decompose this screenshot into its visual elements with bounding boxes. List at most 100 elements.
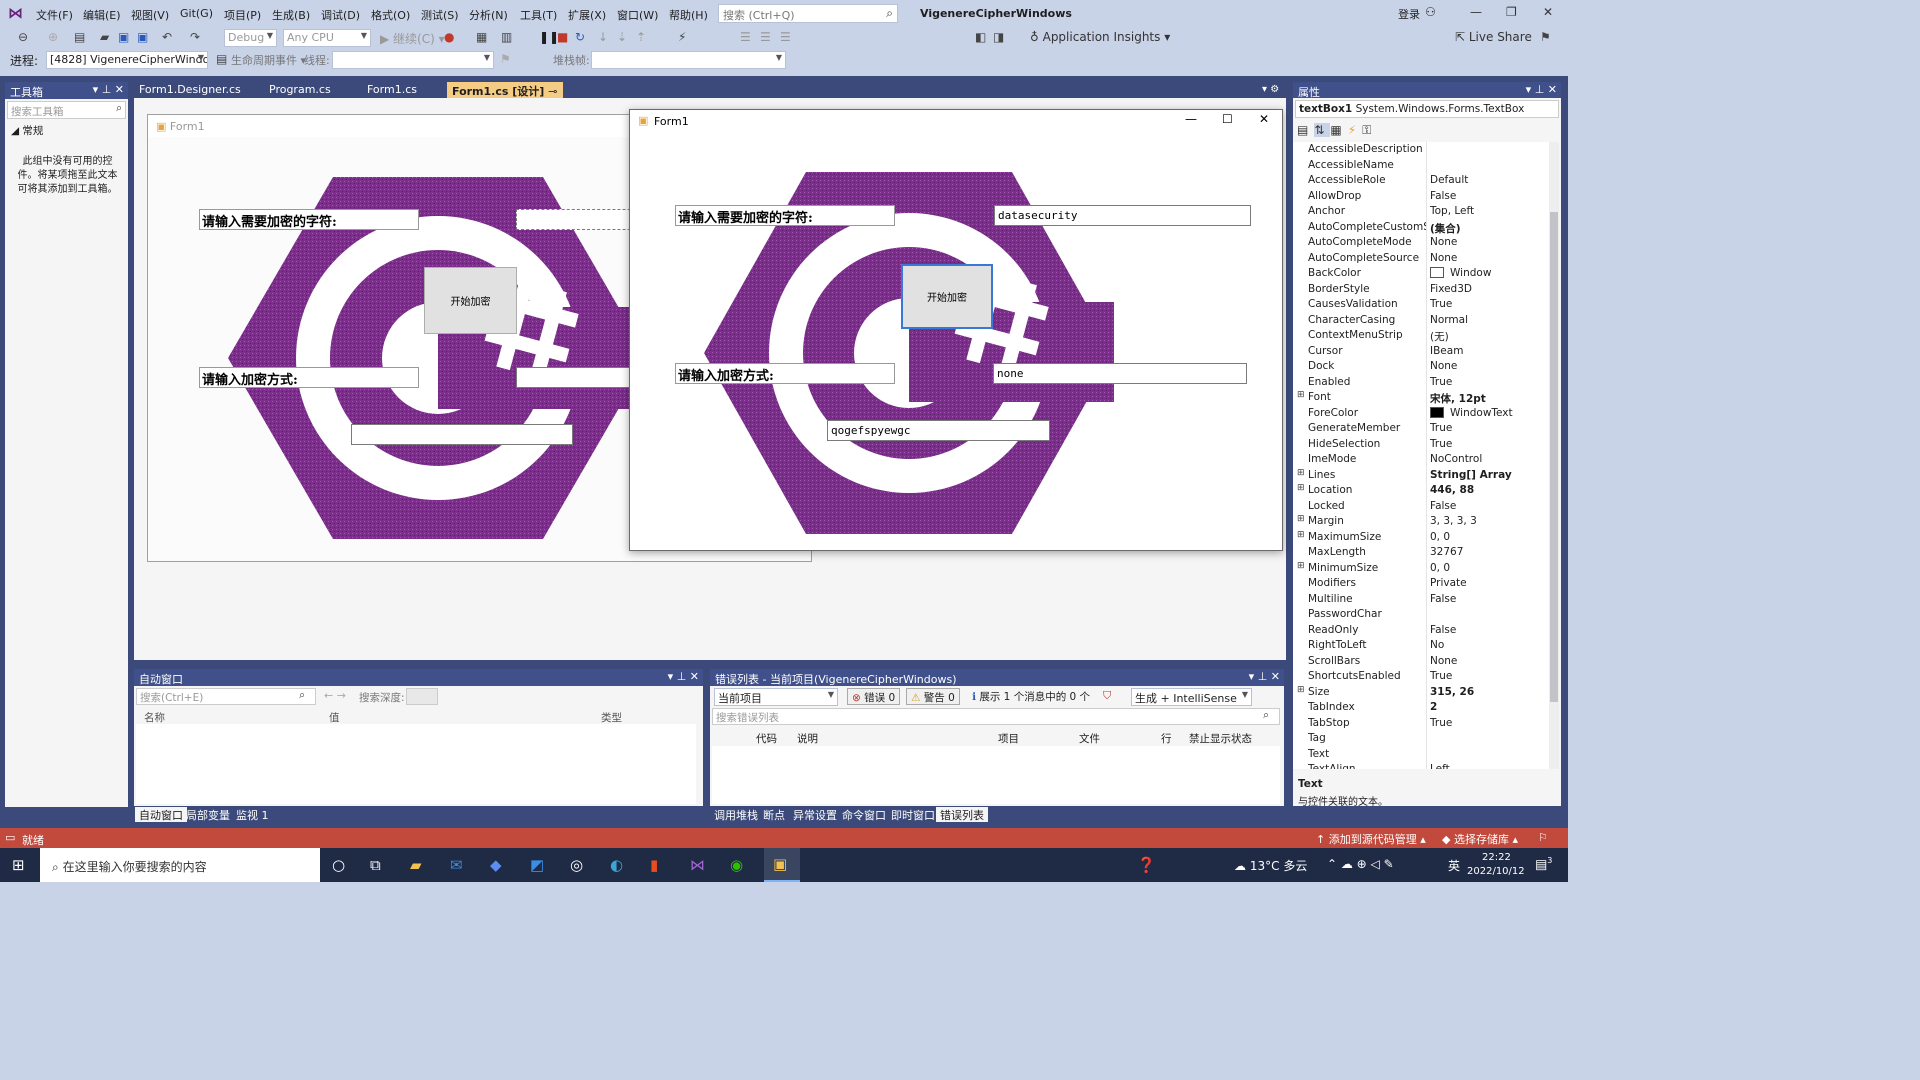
property-row[interactable]: ShortcutsEnabled True bbox=[1293, 669, 1543, 685]
app-icon[interactable]: ◆ bbox=[490, 856, 502, 874]
scrollbar-thumb[interactable] bbox=[1550, 212, 1558, 702]
tab-locals[interactable]: 局部变量 bbox=[182, 807, 234, 822]
weather-widget[interactable]: ☁ 13°C 多云 bbox=[1234, 857, 1307, 874]
property-row[interactable]: Cursor IBeam bbox=[1293, 344, 1543, 360]
close-icon[interactable]: ▾ ⊥ ✕ bbox=[668, 670, 699, 683]
error-col-suppression[interactable]: 禁止显示状态 bbox=[1189, 731, 1252, 746]
property-value[interactable]: True bbox=[1430, 717, 1452, 729]
close-icon[interactable]: ▾ ⊥ ✕ bbox=[93, 83, 124, 96]
property-value[interactable]: Private bbox=[1430, 577, 1467, 589]
property-row[interactable]: TabStop True bbox=[1293, 716, 1543, 732]
step-out-icon[interactable]: ⇡ bbox=[636, 30, 646, 44]
designer-encrypt-button[interactable]: 开始加密 bbox=[424, 267, 517, 334]
forward-icon[interactable]: ⊕ bbox=[48, 30, 58, 44]
property-grid-scrollbar[interactable] bbox=[1549, 142, 1559, 769]
property-value[interactable]: Window bbox=[1430, 267, 1491, 279]
tray-icons[interactable]: ⌃ ☁ ⊕ ◁ ✎ bbox=[1327, 857, 1394, 871]
expand-icon[interactable]: ⊞ bbox=[1297, 468, 1305, 478]
mail-icon[interactable]: ✉ bbox=[450, 856, 463, 874]
menu-item-12[interactable]: 窗口(W) bbox=[617, 7, 658, 23]
feedback-icon[interactable]: ⚑ bbox=[1540, 30, 1551, 44]
properties-object-select[interactable]: textBox1 System.Windows.Forms.TextBox bbox=[1295, 100, 1559, 118]
edge-icon[interactable]: ◐ bbox=[610, 856, 623, 874]
platform-select[interactable]: Any CPU ▼ bbox=[283, 29, 371, 47]
tab-call-stack[interactable]: 调用堆栈 bbox=[710, 807, 762, 822]
minimize-icon[interactable]: — bbox=[1470, 5, 1482, 19]
align-right-icon[interactable]: ☰ bbox=[780, 30, 791, 44]
property-row[interactable]: ImeMode NoControl bbox=[1293, 452, 1543, 468]
property-row[interactable]: ⊞ MinimumSize 0, 0 bbox=[1293, 561, 1543, 577]
tab-form1-designer-cs[interactable]: Form1.Designer.cs bbox=[134, 82, 262, 98]
property-value[interactable]: False bbox=[1430, 593, 1456, 605]
property-row[interactable]: RightToLeft No bbox=[1293, 638, 1543, 654]
autos-search-input[interactable]: 搜索(Ctrl+E) ⌕ bbox=[136, 688, 316, 705]
property-row[interactable]: TabIndex 2 bbox=[1293, 700, 1543, 716]
continue-button[interactable]: ▶ 继续(C) ▾ bbox=[380, 30, 445, 47]
property-value[interactable]: Left bbox=[1430, 763, 1450, 769]
property-row[interactable]: AutoCompleteSource None bbox=[1293, 251, 1543, 267]
property-row[interactable]: AccessibleName bbox=[1293, 158, 1543, 174]
office-icon[interactable]: ▮ bbox=[650, 856, 658, 874]
property-row[interactable]: Tag bbox=[1293, 731, 1543, 747]
property-row[interactable]: ⊞ Location 446, 88 bbox=[1293, 483, 1543, 499]
property-value[interactable]: IBeam bbox=[1430, 345, 1463, 357]
hot-reload-icon[interactable]: ● bbox=[444, 30, 454, 44]
menu-item-9[interactable]: 分析(N) bbox=[469, 7, 508, 23]
align-icon[interactable]: ☰ bbox=[740, 30, 751, 44]
property-row[interactable]: ForeColor WindowText bbox=[1293, 406, 1543, 422]
filter-icon[interactable]: ⛉ bbox=[1103, 689, 1111, 703]
property-row[interactable]: AutoCompleteMode None bbox=[1293, 235, 1543, 251]
file-explorer-icon[interactable]: ▰ bbox=[410, 856, 422, 874]
menu-item-4[interactable]: 项目(P) bbox=[224, 7, 261, 23]
menu-item-2[interactable]: 视图(V) bbox=[131, 7, 169, 23]
property-value[interactable]: 0, 0 bbox=[1430, 531, 1450, 543]
property-value[interactable]: NoControl bbox=[1430, 453, 1482, 465]
menu-item-11[interactable]: 扩展(X) bbox=[568, 7, 606, 23]
expand-icon[interactable]: ⊞ bbox=[1297, 530, 1305, 540]
sign-in-link[interactable]: 登录 bbox=[1398, 6, 1420, 22]
running-form-window[interactable]: ▣ Form1 — ☐ ✕ 请输入需要加密的字符: datasecurity 开… bbox=[629, 109, 1283, 551]
property-value[interactable]: Fixed3D bbox=[1430, 283, 1472, 295]
tab-overflow-icon[interactable]: ▾ ⚙ bbox=[1262, 84, 1279, 95]
error-col-description[interactable]: 说明 bbox=[797, 731, 818, 746]
notifications-icon[interactable]: ⚐ bbox=[1538, 831, 1548, 844]
bring-front-icon[interactable]: ◧ bbox=[975, 30, 986, 44]
plaintext-input[interactable]: datasecurity bbox=[994, 205, 1251, 226]
task-view-icon[interactable]: ⧉ bbox=[370, 856, 381, 874]
property-row[interactable]: ⊞ Font 宋体, 12pt bbox=[1293, 390, 1543, 406]
new-project-icon[interactable]: ▤ bbox=[74, 30, 85, 44]
property-row[interactable]: TextAlign Left bbox=[1293, 762, 1543, 769]
encrypt-button[interactable]: 开始加密 bbox=[901, 264, 993, 329]
app-insights-button[interactable]: ♁ Application Insights ▾ bbox=[1030, 30, 1170, 44]
lifecycle-icon[interactable]: ▤ bbox=[216, 52, 227, 66]
clock-date[interactable]: 2022/10/12 bbox=[1467, 866, 1525, 877]
property-row[interactable]: ReadOnly False bbox=[1293, 623, 1543, 639]
property-row[interactable]: PasswordChar bbox=[1293, 607, 1543, 623]
property-value[interactable]: True bbox=[1430, 438, 1452, 450]
back-icon[interactable]: ⊖ bbox=[18, 30, 28, 44]
property-value[interactable]: 宋体, 12pt bbox=[1430, 391, 1486, 406]
search-depth-select[interactable] bbox=[406, 688, 438, 705]
clock-time[interactable]: 22:22 bbox=[1482, 852, 1511, 863]
global-search-input[interactable]: 搜索 (Ctrl+Q) ⌕ bbox=[718, 4, 898, 23]
property-row[interactable]: Locked False bbox=[1293, 499, 1543, 515]
property-value[interactable]: No bbox=[1430, 639, 1444, 651]
restore-icon[interactable]: ❐ bbox=[1506, 5, 1517, 19]
menu-item-1[interactable]: 编辑(E) bbox=[83, 7, 121, 23]
close-icon[interactable]: ▾ ⊥ ✕ bbox=[1249, 670, 1280, 683]
categorized-icon[interactable]: ▤ bbox=[1297, 123, 1314, 137]
open-icon[interactable]: ▰ bbox=[100, 30, 109, 44]
property-value[interactable]: False bbox=[1430, 624, 1456, 636]
app-icon-2[interactable]: ◩ bbox=[530, 856, 544, 874]
close-icon[interactable]: ▾ ⊥ ✕ bbox=[1526, 83, 1557, 96]
menu-item-0[interactable]: 文件(F) bbox=[36, 7, 73, 23]
menu-item-8[interactable]: 测试(S) bbox=[421, 7, 459, 23]
property-value[interactable]: Normal bbox=[1430, 314, 1468, 326]
ciphertext-output[interactable]: qogefspyewgc bbox=[827, 420, 1050, 441]
step-into-icon[interactable]: ↓ bbox=[598, 30, 608, 44]
tab-autos[interactable]: 自动窗口 bbox=[135, 807, 187, 822]
tab-error-list[interactable]: 错误列表 bbox=[936, 807, 988, 822]
property-value[interactable]: True bbox=[1430, 422, 1452, 434]
property-value[interactable]: WindowText bbox=[1430, 406, 1513, 419]
build-source-select[interactable]: 生成 + IntelliSense ▼ bbox=[1131, 688, 1252, 706]
